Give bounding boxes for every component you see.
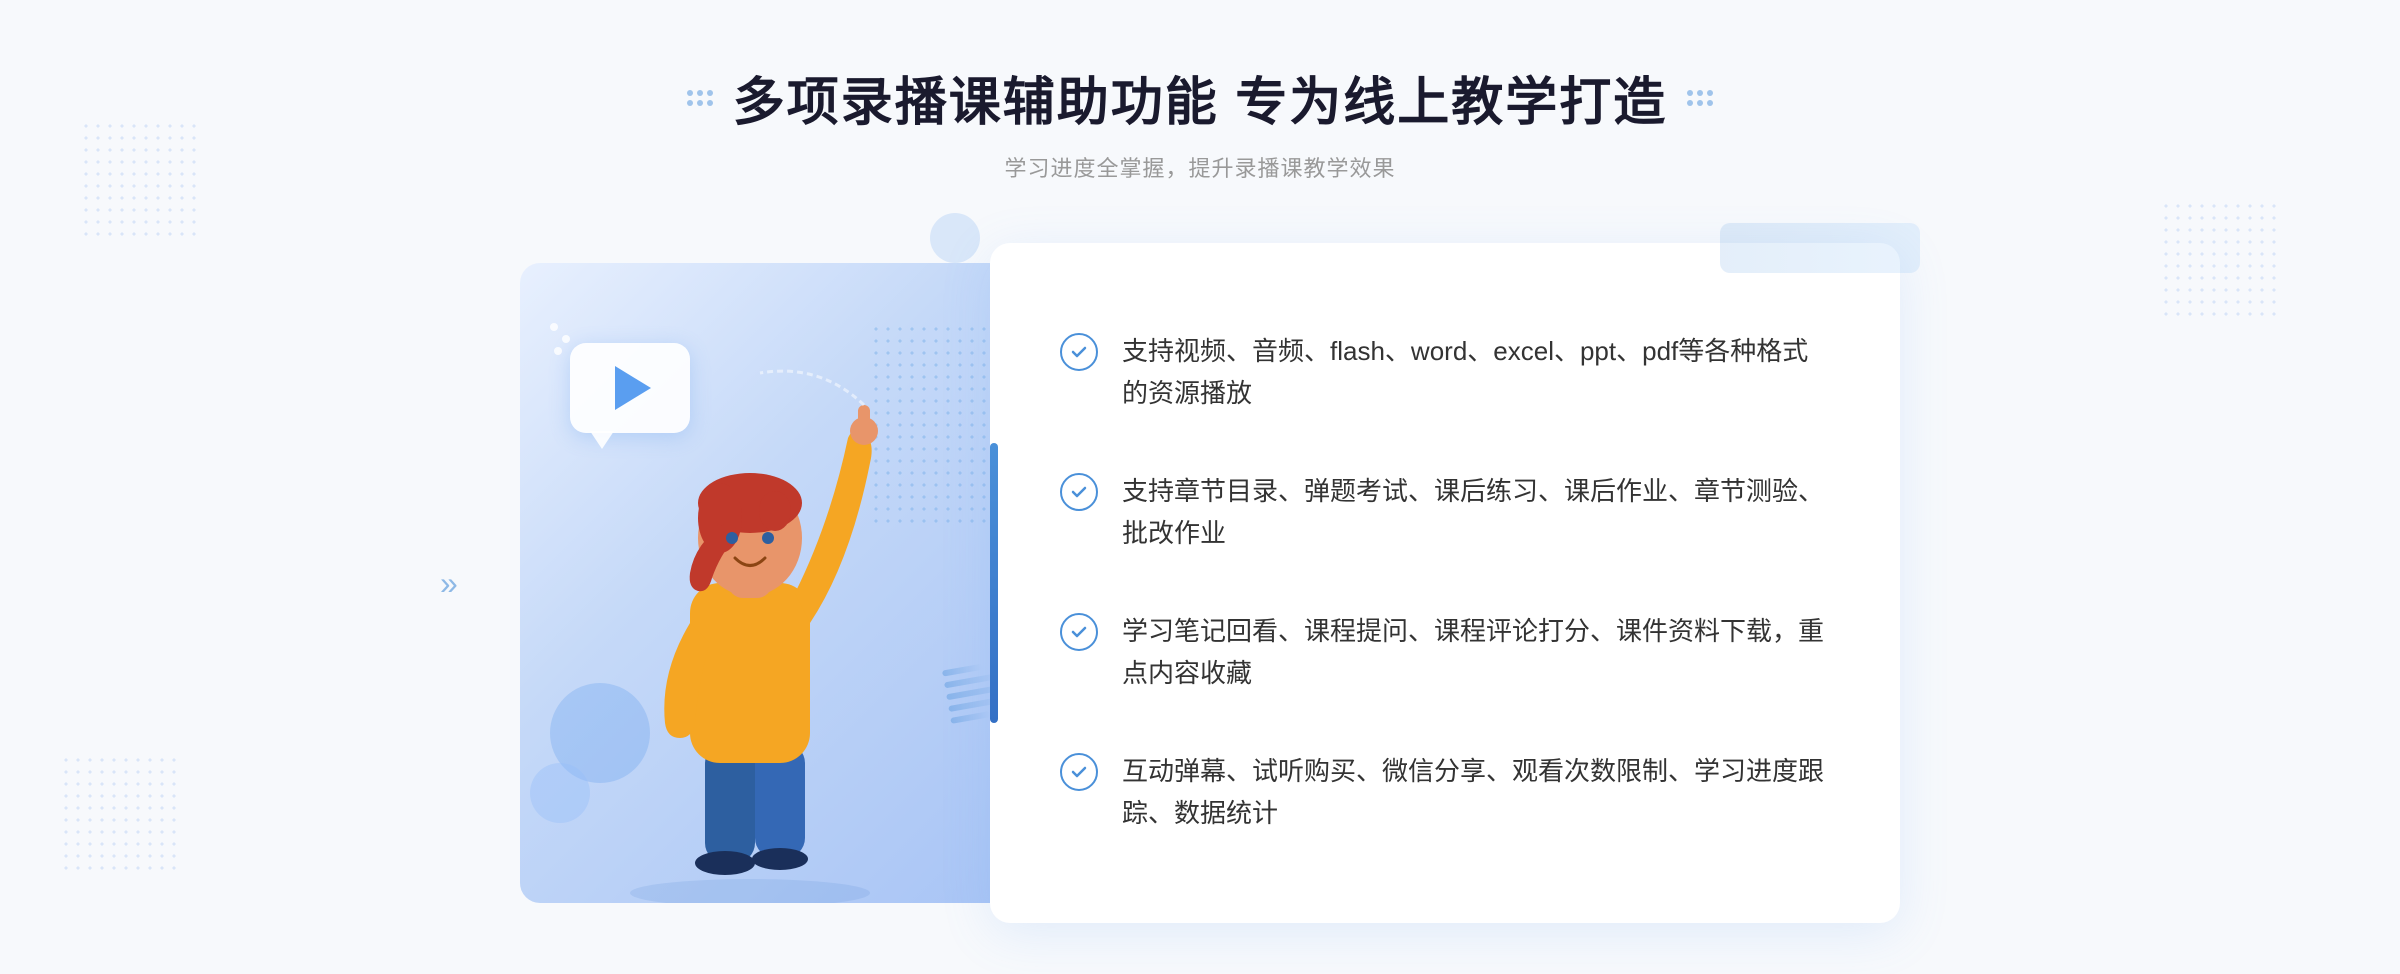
illustration-panel xyxy=(500,243,1020,923)
blue-bar-decoration xyxy=(990,443,998,723)
feature-text-1: 支持视频、音频、flash、word、excel、ppt、pdf等各种格式的资源… xyxy=(1122,331,1830,414)
feature-item-3: 学习笔记回看、课程提问、课程评论打分、课件资料下载，重点内容收藏 xyxy=(1060,611,1830,694)
page-container: 多项录播课辅助功能 专为线上教学打造 学习进度全掌握，提升录播课教学效果 » xyxy=(0,0,2400,974)
feature-text-4: 互动弹幕、试听购买、微信分享、观看次数限制、学习进度跟踪、数据统计 xyxy=(1122,751,1830,834)
check-circle-4 xyxy=(1060,753,1098,791)
person-illustration xyxy=(580,363,920,903)
page-subtitle: 学习进度全掌握，提升录播课教学效果 xyxy=(687,151,1713,183)
check-circle-1 xyxy=(1060,333,1098,371)
decoration-dots-left xyxy=(687,90,713,106)
page-title: 多项录播课辅助功能 专为线上教学打造 xyxy=(733,60,1667,135)
sparkle-decoration xyxy=(550,323,570,355)
feature-text-2: 支持章节目录、弹题考试、课后练习、课后作业、章节测验、批改作业 xyxy=(1122,471,1830,554)
feature-text-3: 学习笔记回看、课程提问、课程评论打分、课件资料下载，重点内容收藏 xyxy=(1122,611,1830,694)
content-area: » xyxy=(500,243,1900,923)
chevron-icon: » xyxy=(440,567,458,599)
illustration-bg xyxy=(520,263,1020,903)
deco-circle-small xyxy=(530,763,590,823)
features-panel: 支持视频、音频、flash、word、excel、ppt、pdf等各种格式的资源… xyxy=(990,243,1900,923)
check-circle-3 xyxy=(1060,613,1098,651)
feature-item-1: 支持视频、音频、flash、word、excel、ppt、pdf等各种格式的资源… xyxy=(1060,331,1830,414)
header-section: 多项录播课辅助功能 专为线上教学打造 学习进度全掌握，提升录播课教学效果 xyxy=(687,60,1713,183)
check-circle-2 xyxy=(1060,473,1098,511)
check-icon-2 xyxy=(1060,473,1098,511)
decoration-dots-right xyxy=(1687,90,1713,106)
left-chevrons-decoration: » xyxy=(440,567,458,599)
check-icon-4 xyxy=(1060,753,1098,791)
check-icon-3 xyxy=(1060,613,1098,651)
check-icon-1 xyxy=(1060,333,1098,371)
small-circle-deco xyxy=(930,213,980,263)
feature-item-2: 支持章节目录、弹题考试、课后练习、课后作业、章节测验、批改作业 xyxy=(1060,471,1830,554)
top-right-decoration xyxy=(1720,223,1920,273)
feature-item-4: 互动弹幕、试听购买、微信分享、观看次数限制、学习进度跟踪、数据统计 xyxy=(1060,751,1830,834)
